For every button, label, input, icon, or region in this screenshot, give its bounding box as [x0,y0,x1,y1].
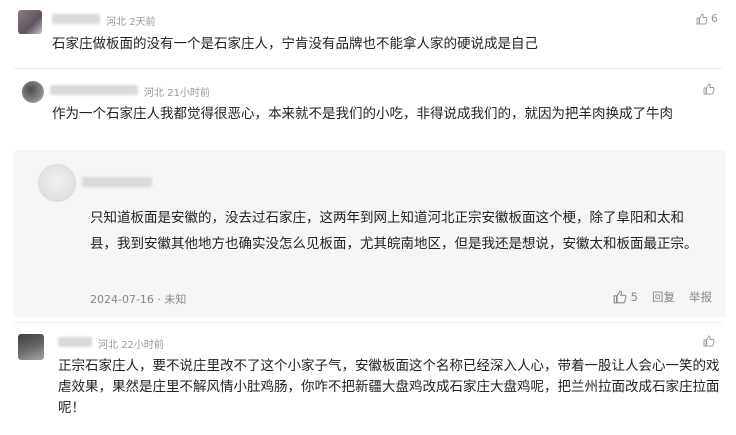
comment-text: 石家庄做板面的没有一个是石家庄人，宁肯没有品牌也不能拿人家的硬说成是自己 [52,36,538,52]
comment-meta: 河北 2天前 [106,13,156,28]
thumbs-up-icon [696,13,708,24]
reply-text: 只知道板面是安徽的，没去过石家庄，这两年到网上知道河北正宗安徽板面这个梗，除了阜… [90,210,698,252]
avatar[interactable] [18,334,44,360]
location: 河北 [98,340,118,351]
like-button[interactable]: 5 [613,290,638,304]
like-button[interactable] [703,335,718,347]
comment-meta: 河北 21小时前 [144,84,210,99]
comment-2: 河北 21小时前 作为一个石家庄人我都觉得很恶心，本来就不是我们的小吃，非得说成… [0,72,736,150]
divider [14,68,722,69]
reply-actions: 5 回复 举报 [613,289,712,305]
like-button[interactable]: 6 [696,12,718,25]
avatar[interactable] [22,81,44,103]
like-count: 5 [630,290,638,304]
comment-1: 河北 2天前 6 石家庄做板面的没有一个是石家庄人，宁肯没有品牌也不能拿人家的硬… [0,0,736,66]
avatar[interactable] [38,164,76,202]
like-button[interactable] [703,83,718,95]
comment-text: 正宗石家庄人，要不说庄里改不了这个小家子气，安徽板面这个名称已经深入人心，带着一… [58,358,720,416]
comment-3: 河北 22小时前 正宗石家庄人，要不说庄里改不了这个小家子气，安徽板面这个名称已… [0,326,736,435]
report-button[interactable]: 举报 [689,289,712,305]
timestamp: 2天前 [129,17,156,28]
thumbs-up-icon [703,83,715,95]
timestamp: 22小时前 [121,340,164,351]
username-blurred [58,337,92,347]
location: 河北 [106,17,126,28]
timestamp: 21小时前 [167,88,210,99]
reply-button[interactable]: 回复 [652,289,675,305]
username-blurred [50,85,138,95]
like-count: 6 [711,12,718,25]
avatar[interactable] [18,10,42,34]
reply-box: 只知道板面是安徽的，没去过石家庄，这两年到网上知道河北正宗安徽板面这个梗，除了阜… [14,150,726,317]
thumbs-up-icon [703,335,715,347]
location: 河北 [144,88,164,99]
username-blurred [82,177,152,187]
username-blurred [52,14,100,24]
thumbs-up-icon [613,290,627,304]
comment-text: 作为一个石家庄人我都觉得很恶心，本来就不是我们的小吃，非得说成我们的，就因为把羊… [52,106,673,122]
divider [14,322,722,323]
comment-meta: 河北 22小时前 [98,336,164,351]
reply-date: 2024-07-16 · 未知 [90,293,187,306]
